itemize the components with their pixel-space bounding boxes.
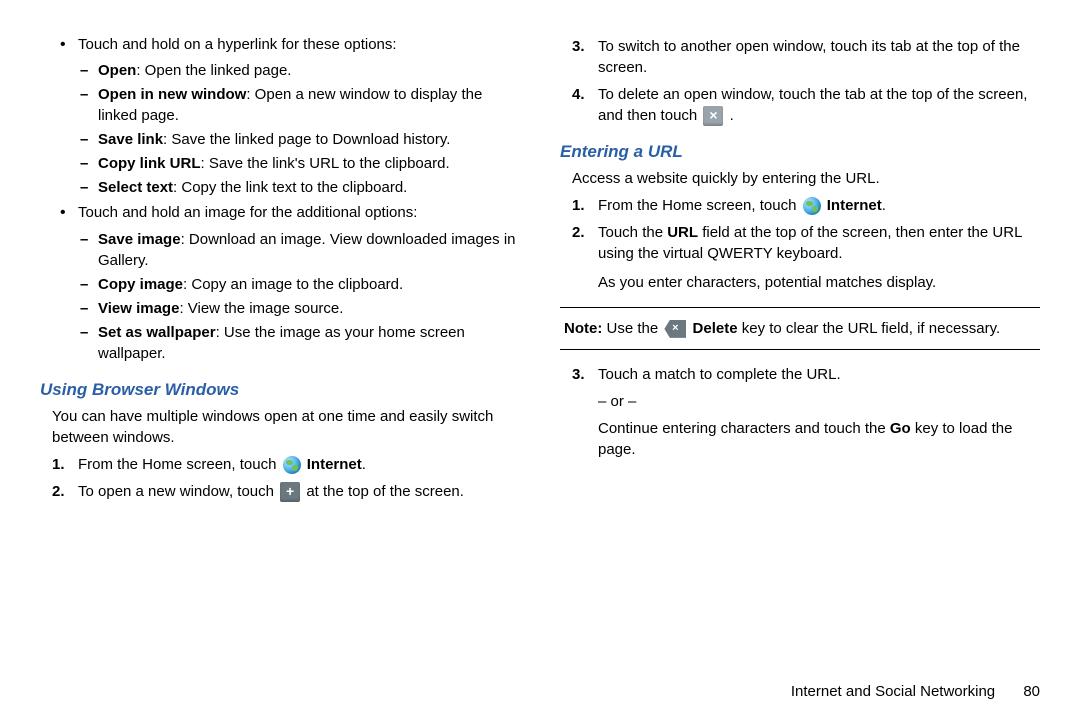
list-item: –Open: Open the linked page. <box>80 60 520 81</box>
internet-globe-icon <box>803 197 821 215</box>
text: Touch and hold an image for the addition… <box>78 202 417 224</box>
list-item: –Copy link URL: Save the link's URL to t… <box>80 153 520 174</box>
text: key to clear the URL field, if necessary… <box>738 320 1001 337</box>
note-label: Note: <box>564 320 602 337</box>
bullet-hyperlink: • Touch and hold on a hyperlink for thes… <box>60 34 520 56</box>
heading-entering-url: Entering a URL <box>560 140 1040 164</box>
close-icon: × <box>703 106 723 126</box>
page-number: 80 <box>1023 683 1040 700</box>
step-2: 2. To open a new window, touch + at the … <box>52 481 520 502</box>
url-step-3: 3. Touch a match to complete the URL. – … <box>572 364 1040 460</box>
text: To open a new window, touch <box>78 483 278 500</box>
internet-label: Internet <box>827 197 882 214</box>
heading-using-browser-windows: Using Browser Windows <box>40 378 520 402</box>
text: As you enter characters, potential match… <box>598 272 1040 293</box>
url-label: URL <box>667 224 698 241</box>
text: Touch and hold on a hyperlink for these … <box>78 34 397 56</box>
text: From the Home screen, touch <box>598 197 801 214</box>
list-item: –Save image: Download an image. View dow… <box>80 229 520 271</box>
list-item: –Copy image: Copy an image to the clipbo… <box>80 274 520 295</box>
bullet-image: • Touch and hold an image for the additi… <box>60 202 520 224</box>
internet-label: Internet <box>307 456 362 473</box>
plus-icon: + <box>280 482 300 502</box>
delete-label: Delete <box>693 320 738 337</box>
paragraph: Access a website quickly by entering the… <box>572 168 1040 189</box>
footer-section: Internet and Social Networking <box>791 683 995 700</box>
list-item: –View image: View the image source. <box>80 298 520 319</box>
right-column: 3. To switch to another open window, tou… <box>560 30 1040 663</box>
page-footer: Internet and Social Networking 80 <box>40 663 1040 700</box>
list-item: –Open in new window: Open a new window t… <box>80 84 520 126</box>
delete-backspace-icon: × <box>664 320 686 338</box>
text: at the top of the screen. <box>306 483 464 500</box>
list-item: –Set as wallpaper: Use the image as your… <box>80 322 520 364</box>
left-column: • Touch and hold on a hyperlink for thes… <box>40 30 520 663</box>
text-or: – or – <box>598 391 1040 412</box>
text: Touch a match to complete the URL. <box>598 364 1040 385</box>
note-box: Note: Use the × Delete key to clear the … <box>560 307 1040 350</box>
list-item: –Select text: Copy the link text to the … <box>80 177 520 198</box>
url-step-1: 1. From the Home screen, touch Internet. <box>572 195 1040 216</box>
text: Touch the <box>598 224 667 241</box>
step-3: 3. To switch to another open window, tou… <box>572 36 1040 78</box>
url-step-2: 2. Touch the URL field at the top of the… <box>572 222 1040 293</box>
text: Continue entering characters and touch t… <box>598 420 890 437</box>
go-label: Go <box>890 420 911 437</box>
internet-globe-icon <box>283 456 301 474</box>
text: From the Home screen, touch <box>78 456 281 473</box>
text: To delete an open window, touch the tab … <box>598 86 1027 124</box>
step-1: 1. From the Home screen, touch Internet. <box>52 454 520 475</box>
step-4: 4. To delete an open window, touch the t… <box>572 84 1040 126</box>
text: To switch to another open window, touch … <box>598 36 1040 78</box>
paragraph: You can have multiple windows open at on… <box>52 406 520 448</box>
list-item: –Save link: Save the linked page to Down… <box>80 129 520 150</box>
